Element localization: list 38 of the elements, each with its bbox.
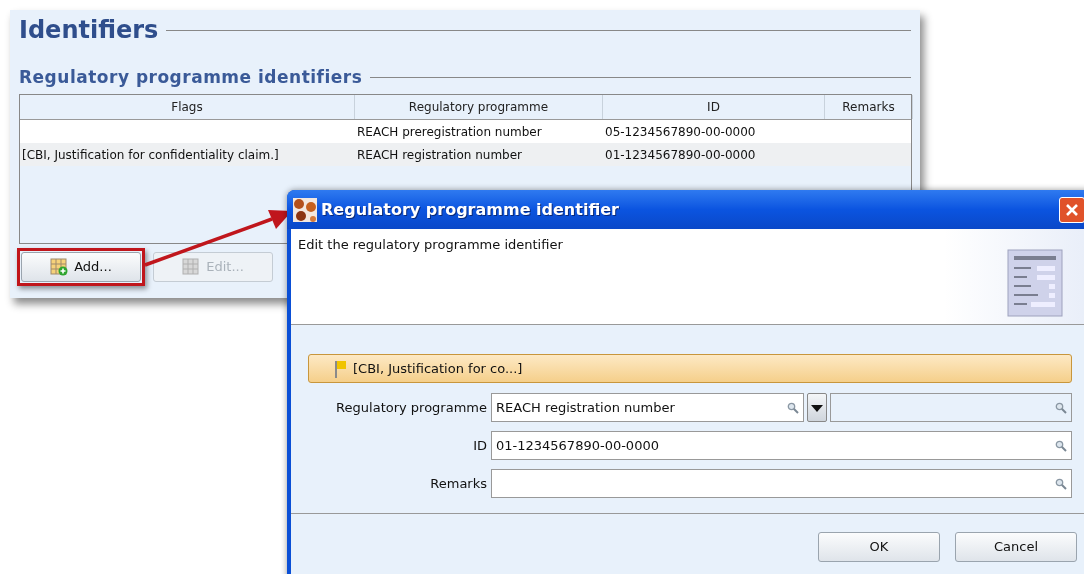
table-cell-text: REACH preregistration number	[357, 123, 542, 141]
table-add-icon	[50, 258, 69, 276]
column-header[interactable]: ID	[603, 95, 825, 119]
flag-icon	[333, 359, 349, 378]
dialog-title: Regulatory programme identifier	[321, 198, 619, 221]
app-icon	[293, 197, 317, 222]
search-icon[interactable]	[1055, 401, 1067, 414]
field-label: ID	[472, 436, 488, 455]
form-icon	[1007, 249, 1063, 317]
section-title: Regulatory programme identifiers	[19, 66, 363, 88]
dialog-description: Edit the regulatory programme identifier	[298, 236, 563, 254]
close-icon	[1065, 202, 1079, 217]
table-cell-text: REACH registration number	[357, 146, 523, 164]
column-header[interactable]: Remarks	[825, 95, 913, 119]
flag-bar[interactable]: [CBI, Justification for co...]	[308, 354, 1072, 383]
search-icon[interactable]	[787, 401, 799, 414]
programme-field[interactable]: REACH registration number	[491, 393, 804, 422]
ok-button[interactable]: OK	[818, 532, 940, 562]
column-header[interactable]: Flags	[20, 95, 355, 119]
search-icon[interactable]	[1055, 477, 1067, 490]
cancel-button[interactable]: Cancel	[955, 532, 1077, 562]
table-icon	[182, 258, 201, 276]
column-header[interactable]: Regulatory programme	[355, 95, 603, 119]
panel-title: Identifiers	[19, 15, 159, 46]
field-label: Regulatory programme	[335, 398, 488, 417]
input-field[interactable]: 01-1234567890-00-0000	[491, 431, 1072, 460]
table-cell-text: 01-1234567890-00-0000	[605, 146, 756, 164]
flag-summary: [CBI, Justification for co...]	[353, 359, 523, 378]
field-label: Remarks	[429, 474, 488, 493]
caret-icon	[811, 403, 823, 412]
lookup-field[interactable]	[830, 393, 1072, 422]
add-button[interactable]: Add...	[21, 252, 141, 282]
dropdown-button[interactable]	[807, 393, 827, 422]
table-cell-text: 05-1234567890-00-0000	[605, 123, 756, 141]
search-icon[interactable]	[1055, 439, 1067, 452]
table-cell-text: [CBI, Justification for confidentiality claim.]	[22, 146, 279, 164]
close-button[interactable]	[1059, 196, 1084, 223]
input-field[interactable]	[491, 469, 1072, 498]
